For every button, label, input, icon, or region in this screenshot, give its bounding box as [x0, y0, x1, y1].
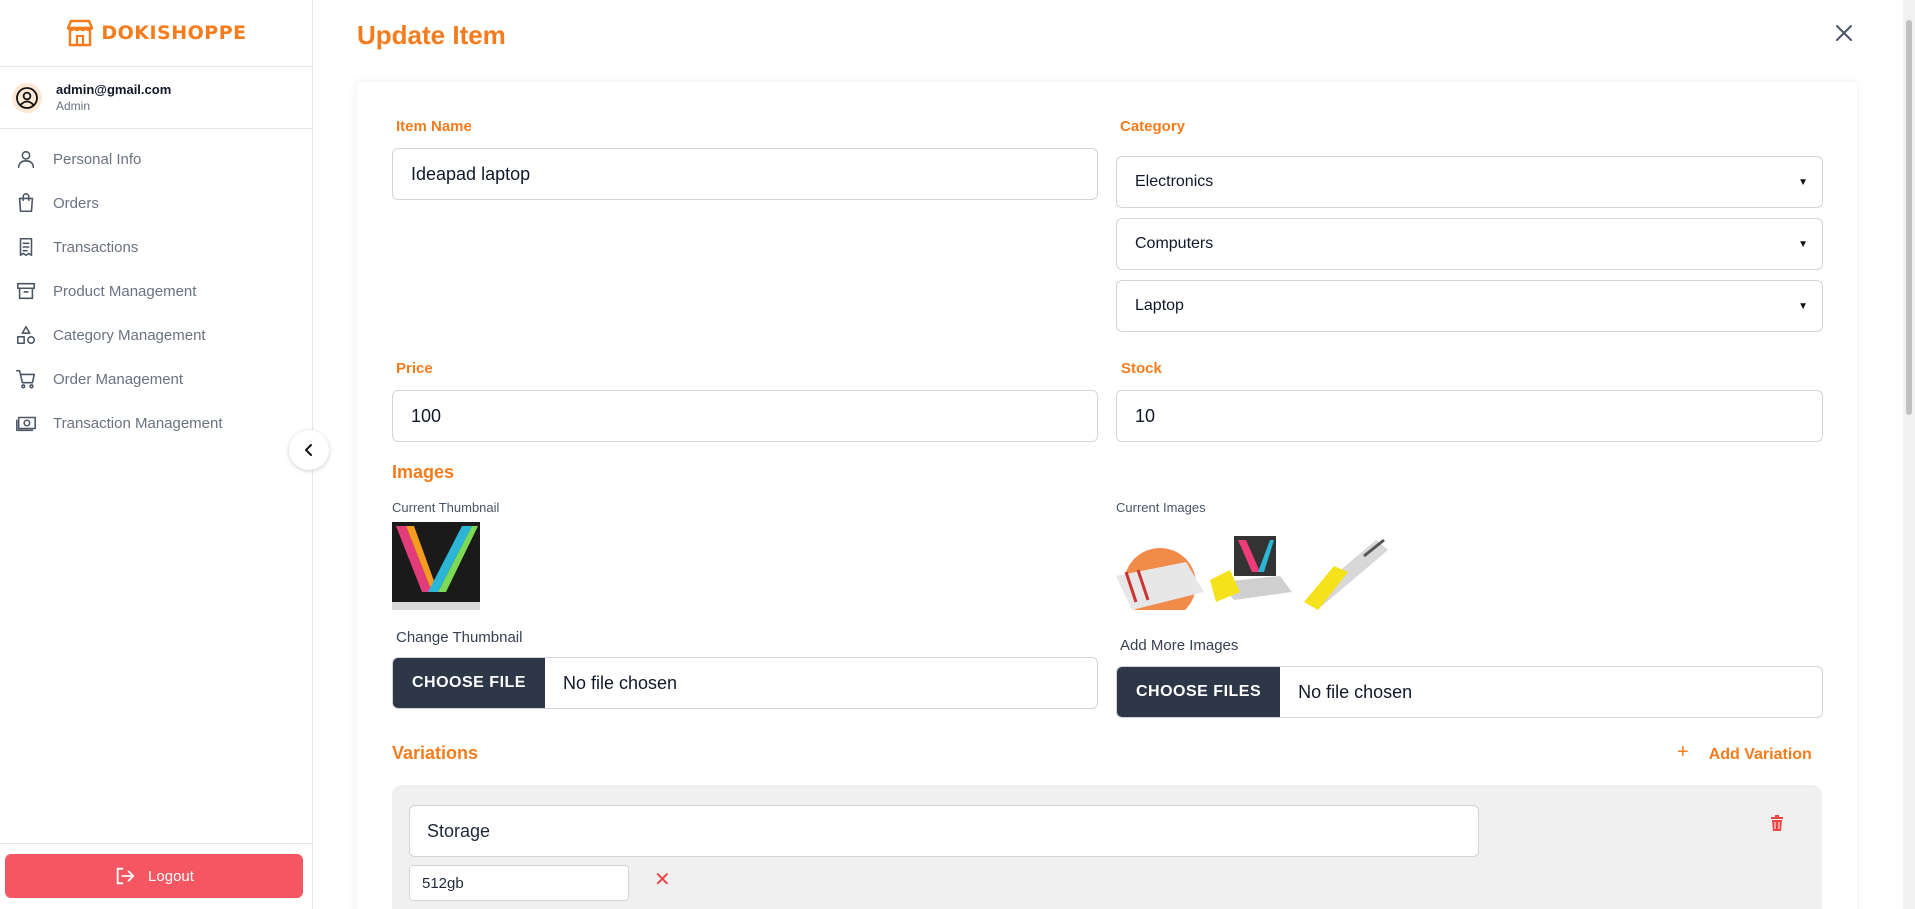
variation-value-input[interactable]: 512gb [409, 865, 629, 901]
current-thumbnail-label: Current Thumbnail [392, 500, 500, 515]
current-thumbnail-image [392, 522, 480, 610]
category-select-3[interactable]: Laptop ▼ [1116, 280, 1823, 332]
variation-name-input[interactable]: Storage [409, 805, 1479, 857]
chevron-down-icon: ▼ [1798, 177, 1808, 188]
sidebar-footer: Logout [0, 843, 313, 909]
files-status: No file chosen [1298, 681, 1413, 702]
sidebar-item-label: Order Management [53, 370, 184, 388]
stock-input[interactable] [1116, 390, 1823, 442]
sidebar-item-transactions[interactable]: Transactions [0, 225, 312, 269]
close-icon [1836, 25, 1852, 41]
sidebar-nav: Personal Info Orders Transactions Produc… [0, 129, 312, 445]
plus-icon: + [1677, 741, 1689, 763]
images-file-input[interactable]: CHOOSE FILES No file chosen [1116, 666, 1823, 718]
collapse-sidebar-button[interactable] [289, 430, 329, 470]
shopping-bag-icon [18, 193, 34, 213]
variation-panel: Storage 512gb ✕ [392, 785, 1822, 909]
sidebar-item-category-management[interactable]: Category Management [0, 313, 312, 357]
add-more-images-label: Add More Images [1120, 637, 1239, 654]
change-thumbnail-label: Change Thumbnail [396, 629, 523, 646]
images-section-title: Images [392, 462, 455, 482]
logout-label: Logout [148, 867, 194, 885]
receipt-icon [19, 237, 33, 257]
sidebar-item-personal-info[interactable]: Personal Info [0, 137, 312, 181]
variations-section-title: Variations [392, 743, 479, 763]
category-select-value: Electronics [1135, 173, 1214, 190]
scrollbar-thumb[interactable] [1906, 20, 1912, 415]
sidebar: DOKISHOPPE admin@gmail.com Admin Persona… [0, 0, 313, 909]
price-input[interactable] [392, 390, 1098, 442]
chevron-left-icon [305, 444, 312, 456]
brand-logo[interactable]: DOKISHOPPE [0, 0, 312, 67]
chevron-down-icon: ▼ [1798, 301, 1808, 312]
choose-files-button[interactable]: CHOOSE FILES [1117, 667, 1281, 717]
user-profile: admin@gmail.com Admin [0, 67, 312, 129]
current-image-1 [1116, 522, 1204, 610]
avatar [12, 82, 42, 113]
delete-variation-button[interactable] [1770, 815, 1784, 836]
current-image-2 [1210, 522, 1298, 610]
category-select-1[interactable]: Electronics ▼ [1116, 156, 1823, 208]
sidebar-item-orders[interactable]: Orders [0, 181, 312, 225]
shapes-icon [16, 325, 36, 345]
file-status: No file chosen [562, 672, 678, 693]
user-circle-icon [16, 86, 38, 109]
update-item-form: Item Name Category Electronics ▼ Compute… [357, 82, 1857, 909]
choose-file-button[interactable]: CHOOSE FILE [393, 658, 545, 708]
remove-value-button[interactable]: ✕ [654, 867, 671, 892]
sidebar-item-product-management[interactable]: Product Management [0, 269, 312, 313]
trash-icon [1771, 815, 1783, 831]
category-select-2[interactable]: Computers ▼ [1116, 218, 1823, 270]
user-icon [17, 150, 35, 169]
logout-icon [116, 867, 135, 885]
main-content: Update Item Item Name Category Electroni… [313, 0, 1903, 909]
cash-icon [16, 416, 36, 432]
store-icon [67, 19, 94, 47]
add-variation-button[interactable]: + Add Variation [1677, 741, 1812, 764]
stock-label: Stock [1121, 360, 1162, 377]
logout-button[interactable]: Logout [5, 854, 303, 898]
scrollbar[interactable] [1903, 0, 1915, 909]
page-title: Update Item [357, 20, 506, 50]
sidebar-item-label: Personal Info [53, 150, 142, 168]
category-select-value: Laptop [1135, 297, 1184, 314]
sidebar-item-label: Transactions [53, 238, 139, 256]
sidebar-item-transaction-management[interactable]: Transaction Management [0, 401, 312, 445]
sidebar-item-label: Category Management [53, 326, 206, 344]
add-variation-label: Add Variation [1708, 745, 1812, 763]
chevron-down-icon: ▼ [1798, 239, 1808, 250]
close-button[interactable] [1831, 20, 1857, 46]
cart-icon [16, 369, 36, 389]
brand-name: DOKISHOPPE [101, 22, 247, 44]
sidebar-item-label: Product Management [53, 282, 197, 300]
category-select-value: Computers [1135, 235, 1214, 252]
current-image-3 [1304, 522, 1392, 610]
thumbnail-file-input[interactable]: CHOOSE FILE No file chosen [392, 657, 1098, 709]
sidebar-item-label: Transaction Management [53, 414, 223, 432]
user-email: admin@gmail.com [56, 82, 172, 97]
item-name-label: Item Name [396, 118, 472, 135]
sidebar-item-order-management[interactable]: Order Management [0, 357, 312, 401]
user-role: Admin [56, 99, 91, 113]
category-label: Category [1120, 118, 1186, 135]
sidebar-item-label: Orders [53, 194, 99, 212]
current-images-label: Current Images [1116, 500, 1206, 515]
price-label: Price [396, 360, 433, 377]
archive-box-icon [16, 282, 36, 300]
item-name-input[interactable] [392, 148, 1098, 200]
